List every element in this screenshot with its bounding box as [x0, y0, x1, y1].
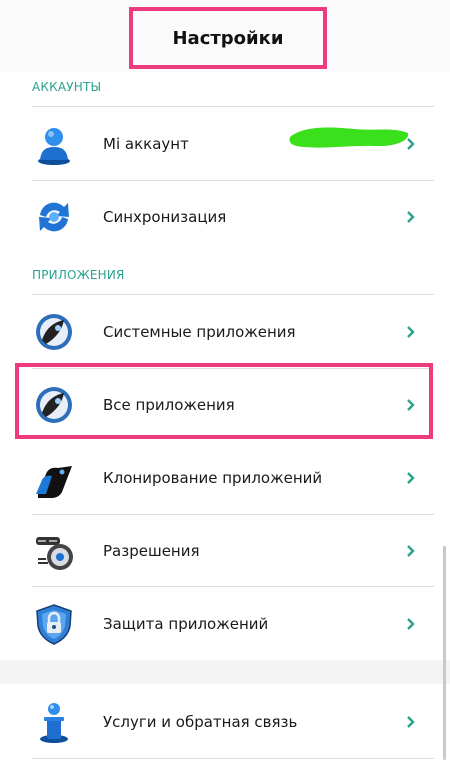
sync-icon	[39, 202, 69, 232]
settings-item-label: Mi аккаунт	[103, 135, 189, 153]
settings-item-feedback[interactable]: Услуги и обратная связь	[0, 686, 450, 758]
chevron-right-icon	[407, 716, 415, 728]
divider	[32, 758, 434, 759]
settings-item-label: Разрешения	[103, 542, 200, 560]
section-header-accounts: АККАУНТЫ	[32, 80, 102, 94]
settings-item-label: Системные приложения	[103, 323, 296, 341]
chevron-right-icon	[407, 211, 415, 223]
divider	[32, 586, 434, 587]
settings-item-label: Клонирование приложений	[103, 469, 323, 487]
divider	[32, 106, 434, 107]
shield-lock-icon	[36, 604, 72, 645]
chevron-right-icon	[407, 138, 415, 150]
section-header-apps: ПРИЛОЖЕНИЯ	[32, 268, 125, 282]
title-highlight: Настройки	[129, 7, 327, 69]
settings-item-label: Защита приложений	[103, 615, 269, 633]
settings-item-label: Синхронизация	[103, 208, 227, 226]
divider	[32, 294, 434, 295]
settings-item-app-lock[interactable]: Защита приложений	[0, 588, 450, 660]
chevron-right-icon	[407, 399, 415, 411]
page-title: Настройки	[172, 27, 284, 49]
chevron-right-icon	[407, 326, 415, 338]
top-bar: Настройки	[0, 0, 450, 72]
chevron-right-icon	[407, 618, 415, 630]
scrollbar[interactable]	[443, 546, 446, 760]
clone-apps-icon	[36, 466, 72, 498]
info-icon	[40, 703, 68, 743]
settings-item-label: Все приложения	[103, 396, 235, 414]
section-separator	[0, 660, 450, 684]
permissions-icon	[36, 537, 73, 570]
user-icon	[38, 128, 70, 165]
settings-item-clone-apps[interactable]: Клонирование приложений	[0, 442, 450, 514]
all-apps-icon	[36, 387, 72, 423]
chevron-right-icon	[407, 472, 415, 484]
settings-item-sync[interactable]: Синхронизация	[0, 181, 450, 253]
settings-item-permissions[interactable]: Разрешения	[0, 515, 450, 587]
system-apps-icon	[36, 314, 72, 350]
settings-item-mi-account[interactable]: Mi аккаунт	[0, 108, 450, 180]
settings-item-label: Услуги и обратная связь	[103, 713, 298, 731]
settings-item-all-apps[interactable]: Все приложения	[0, 369, 450, 441]
redaction-scribble	[289, 127, 409, 148]
chevron-right-icon	[407, 545, 415, 557]
settings-item-system-apps[interactable]: Системные приложения	[0, 296, 450, 368]
